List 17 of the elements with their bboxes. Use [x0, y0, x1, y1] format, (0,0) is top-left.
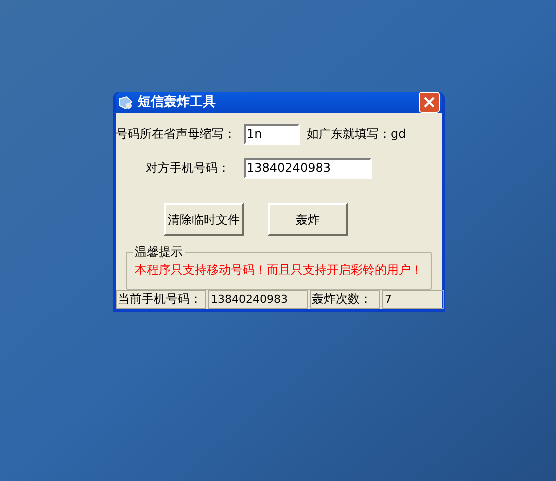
- input-field[interactable]: 13840240983: [244, 158, 372, 178]
- hint-text: 如广东就填写：gd: [307, 126, 406, 143]
- status-value: 13840240983: [208, 290, 308, 309]
- notice-text: 本程序只支持移动号码！而且只支持开启彩铃的用户！: [134, 262, 424, 279]
- status-value: 7: [382, 290, 444, 309]
- field-label: 号码所在省声母缩写：: [116, 126, 237, 143]
- group-title: 温馨提示: [133, 244, 185, 260]
- window-title: 短信轰炸工具: [138, 94, 217, 112]
- close-button[interactable]: [419, 92, 440, 113]
- status-label: 轰炸次数：: [310, 290, 380, 309]
- input-field[interactable]: 1n: [244, 124, 300, 144]
- app-icon: [118, 94, 134, 110]
- field-label: 对方手机号码：: [145, 160, 231, 177]
- close-icon: [424, 97, 435, 108]
- status-label: 当前手机号码：: [116, 290, 206, 309]
- action-button[interactable]: 轰炸: [268, 203, 348, 236]
- action-button[interactable]: 清除临时文件: [164, 203, 244, 236]
